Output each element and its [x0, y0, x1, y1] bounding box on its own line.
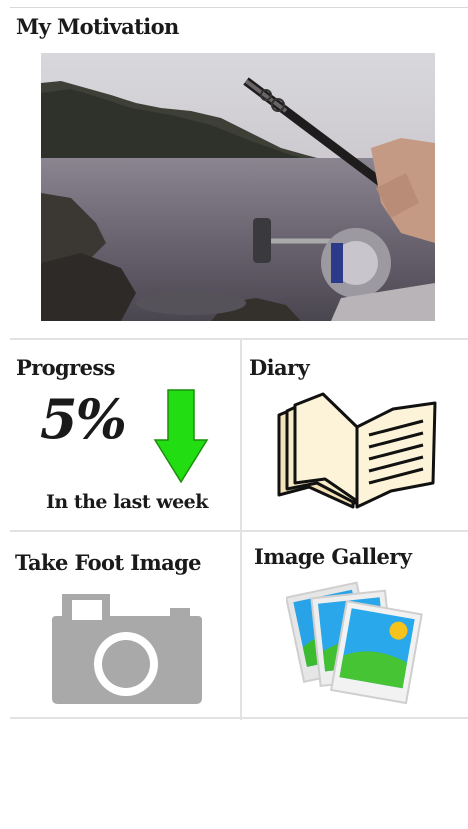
- take-foot-image-tile[interactable]: Take Foot Image: [10, 532, 240, 718]
- image-gallery-title: Image Gallery: [254, 544, 412, 569]
- image-gallery-tile[interactable]: Image Gallery: [242, 532, 468, 718]
- top-divider: [10, 7, 468, 8]
- motivation-title: My Motivation: [16, 14, 179, 39]
- motivation-image[interactable]: [41, 53, 435, 321]
- grid-divider-top: [10, 338, 468, 340]
- diary-title: Diary: [249, 355, 310, 380]
- open-book-icon: [273, 391, 443, 517]
- photos-icon: [284, 570, 426, 714]
- progress-percent: 5%: [40, 387, 127, 451]
- progress-tile[interactable]: Progress 5% In the last week: [10, 341, 240, 530]
- progress-caption: In the last week: [46, 491, 208, 513]
- diary-tile[interactable]: Diary: [242, 341, 468, 530]
- take-foot-image-title: Take Foot Image: [15, 550, 202, 575]
- down-arrow-icon: [153, 388, 209, 490]
- progress-title: Progress: [16, 355, 115, 380]
- camera-icon: [52, 586, 202, 708]
